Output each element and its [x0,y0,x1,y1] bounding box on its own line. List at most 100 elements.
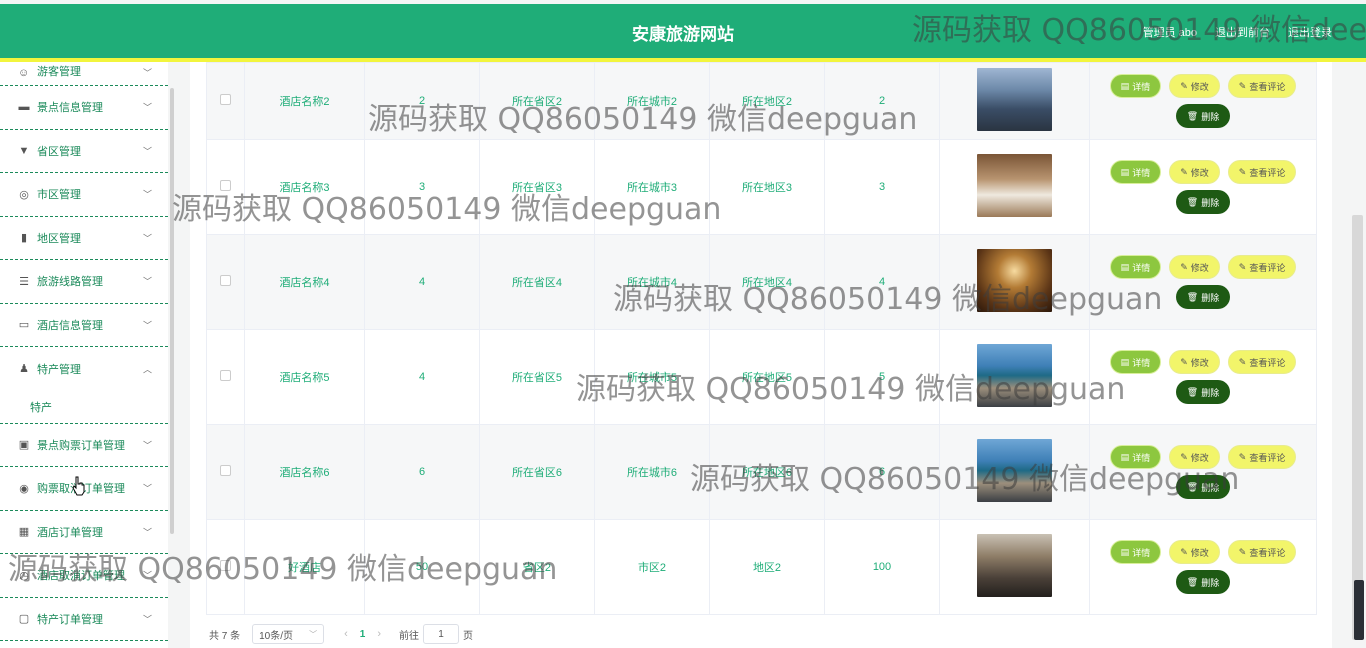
delete-button[interactable]: 🗑 删除 [1176,475,1230,499]
view-comments-button[interactable]: ✎ 查看评论 [1227,74,1297,98]
detail-button[interactable]: ▤ 详情 [1109,445,1162,469]
current-user-label: 管理员 abo [1142,27,1197,39]
province-cell: 省区2 [479,519,595,615]
city-cell: 所在城市5 [594,329,710,425]
bar-chart-icon: ▮ [20,232,28,245]
row-checkbox-cell [206,62,245,140]
chevron-down-icon: ﹀ [142,483,152,494]
comment-label: 查看评论 [1249,81,1286,92]
row-checkbox[interactable] [220,94,231,105]
detail-label: 详情 [1132,547,1151,558]
value-cell: 3 [364,139,480,235]
row-checkbox[interactable] [220,370,231,381]
sidebar-item-hotel[interactable]: ▭ 酒店信息管理 ﹀ [0,304,168,347]
edit-label: 修改 [1190,547,1209,558]
page-size-select[interactable]: 10条/页 ﹀ [252,624,325,644]
detail-button[interactable]: ▤ 详情 [1109,74,1162,98]
delete-button[interactable]: 🗑 删除 [1176,570,1230,594]
goto-page-input[interactable]: 1 [423,624,460,644]
delete-label: 删除 [1201,292,1220,303]
sidebar-item-specialty[interactable]: ♟ 特产管理 ︿ [0,347,168,391]
detail-button[interactable]: ▤ 详情 [1109,255,1162,279]
sidebar-item-hotel-order[interactable]: ▦ 酒店订单管理 ﹀ [0,511,168,554]
row-checkbox[interactable] [220,275,231,286]
view-comments-button[interactable]: ✎ 查看评论 [1227,350,1297,374]
row-checkbox-cell [206,329,245,425]
sidebar-item-label: 特产订单管理 [37,613,103,626]
hotel-thumbnail [977,68,1052,131]
sidebar-item-province[interactable]: ▼ 省区管理 ﹀ [0,130,168,173]
edit-button[interactable]: ✎ 修改 [1169,540,1220,564]
row-checkbox[interactable] [220,560,231,571]
page-scrollbar[interactable] [1352,215,1363,640]
sidebar-item-specialty-order[interactable]: ▢ 特产订单管理 ﹀ [0,598,168,641]
delete-button[interactable]: 🗑 删除 [1176,380,1230,404]
chevron-up-icon: ︿ [142,364,152,375]
sidebar-item-city[interactable]: ◎ 市区管理 ﹀ [0,173,168,217]
city-cell: 所在城市4 [594,234,710,330]
clock-icon: ◷ [19,569,29,582]
comment-label: 查看评论 [1249,262,1286,273]
edit-label: 修改 [1190,357,1209,368]
row-checkbox-cell [206,424,245,520]
sidebar-item-visitor[interactable]: ☺ 游客管理 ﹀ [0,62,168,86]
detail-button[interactable]: ▤ 详情 [1109,160,1162,184]
document-icon: ▤ [1120,356,1130,367]
sidebar-item-scenic[interactable]: ▬ 景点信息管理 ﹀ [0,86,168,130]
chevron-down-icon: ﹀ [142,189,152,200]
area-cell: 所在地区2 [709,62,825,140]
goto-suffix: 页 [463,630,474,642]
monitor-icon: ▭ [18,319,30,332]
row-checkbox-cell [206,234,245,330]
edit-button[interactable]: ✎ 修改 [1169,350,1220,374]
area-cell: 所在地区6 [709,424,825,520]
view-comments-button[interactable]: ✎ 查看评论 [1227,445,1297,469]
sidebar-scrollbar[interactable] [170,88,174,534]
back-to-front-link[interactable]: 退出到前台 [1215,24,1270,40]
sidebar-item-label: 游客管理 [37,66,81,78]
detail-button[interactable]: ▤ 详情 [1109,350,1162,374]
hotel-name-cell: 好酒店 [244,519,365,615]
row-checkbox-cell [206,519,245,615]
trash-icon: 🗑 [1186,196,1199,207]
view-comments-button[interactable]: ✎ 查看评论 [1227,255,1297,279]
number-cell: 6 [824,424,940,520]
grid-icon: ▦ [18,526,30,539]
chevron-down-icon: ﹀ [142,102,152,113]
hotel-thumbnail [977,439,1052,502]
next-page-icon[interactable]: › [377,628,381,640]
sidebar-subitem-specialty[interactable]: 特产 [0,391,168,424]
hotel-name-cell: 酒店名称3 [244,139,365,235]
actions-cell: ▤ 详情 ✎ 修改 ✎ 查看评论 🗑 删除 [1089,234,1317,330]
delete-button[interactable]: 🗑 删除 [1176,285,1230,309]
sidebar-item-hotel-cancel[interactable]: ◷ 酒店取消订单管理 ﹀ [0,554,168,598]
edit-button[interactable]: ✎ 修改 [1169,255,1220,279]
image-cell [939,234,1090,330]
page-number-current[interactable]: 1 [360,629,366,640]
delete-button[interactable]: 🗑 删除 [1176,104,1230,128]
row-checkbox[interactable] [220,180,231,191]
scrollbar-thumb[interactable] [1354,580,1364,640]
area-cell: 所在地区4 [709,234,825,330]
number-cell: 5 [824,329,940,425]
logout-link[interactable]: 退出登录 [1288,24,1332,40]
sidebar-item-ticket-order[interactable]: ▣ 景点购票订单管理 ﹀ [0,424,168,467]
comment-label: 查看评论 [1249,357,1286,368]
edit-button[interactable]: ✎ 修改 [1169,160,1220,184]
sidebar-item-label: 旅游线路管理 [37,276,103,289]
sidebar-item-route[interactable]: ☰ 旅游线路管理 ﹀ [0,260,168,304]
top-header: 安康旅游网站 管理员 abo 退出到前台 退出登录 [0,4,1366,62]
pencil-icon: ✎ [1238,546,1247,557]
view-comments-button[interactable]: ✎ 查看评论 [1227,160,1297,184]
delete-button[interactable]: 🗑 删除 [1176,190,1230,214]
edit-button[interactable]: ✎ 修改 [1169,445,1220,469]
pencil-icon: ✎ [1238,356,1247,367]
row-checkbox[interactable] [220,465,231,476]
edit-button[interactable]: ✎ 修改 [1169,74,1220,98]
detail-label: 详情 [1132,262,1151,273]
sidebar-item-area[interactable]: ▮ 地区管理 ﹀ [0,217,168,260]
comment-label: 查看评论 [1249,452,1286,463]
detail-button[interactable]: ▤ 详情 [1109,540,1162,564]
view-comments-button[interactable]: ✎ 查看评论 [1227,540,1297,564]
prev-page-icon[interactable]: ‹ [344,628,348,640]
